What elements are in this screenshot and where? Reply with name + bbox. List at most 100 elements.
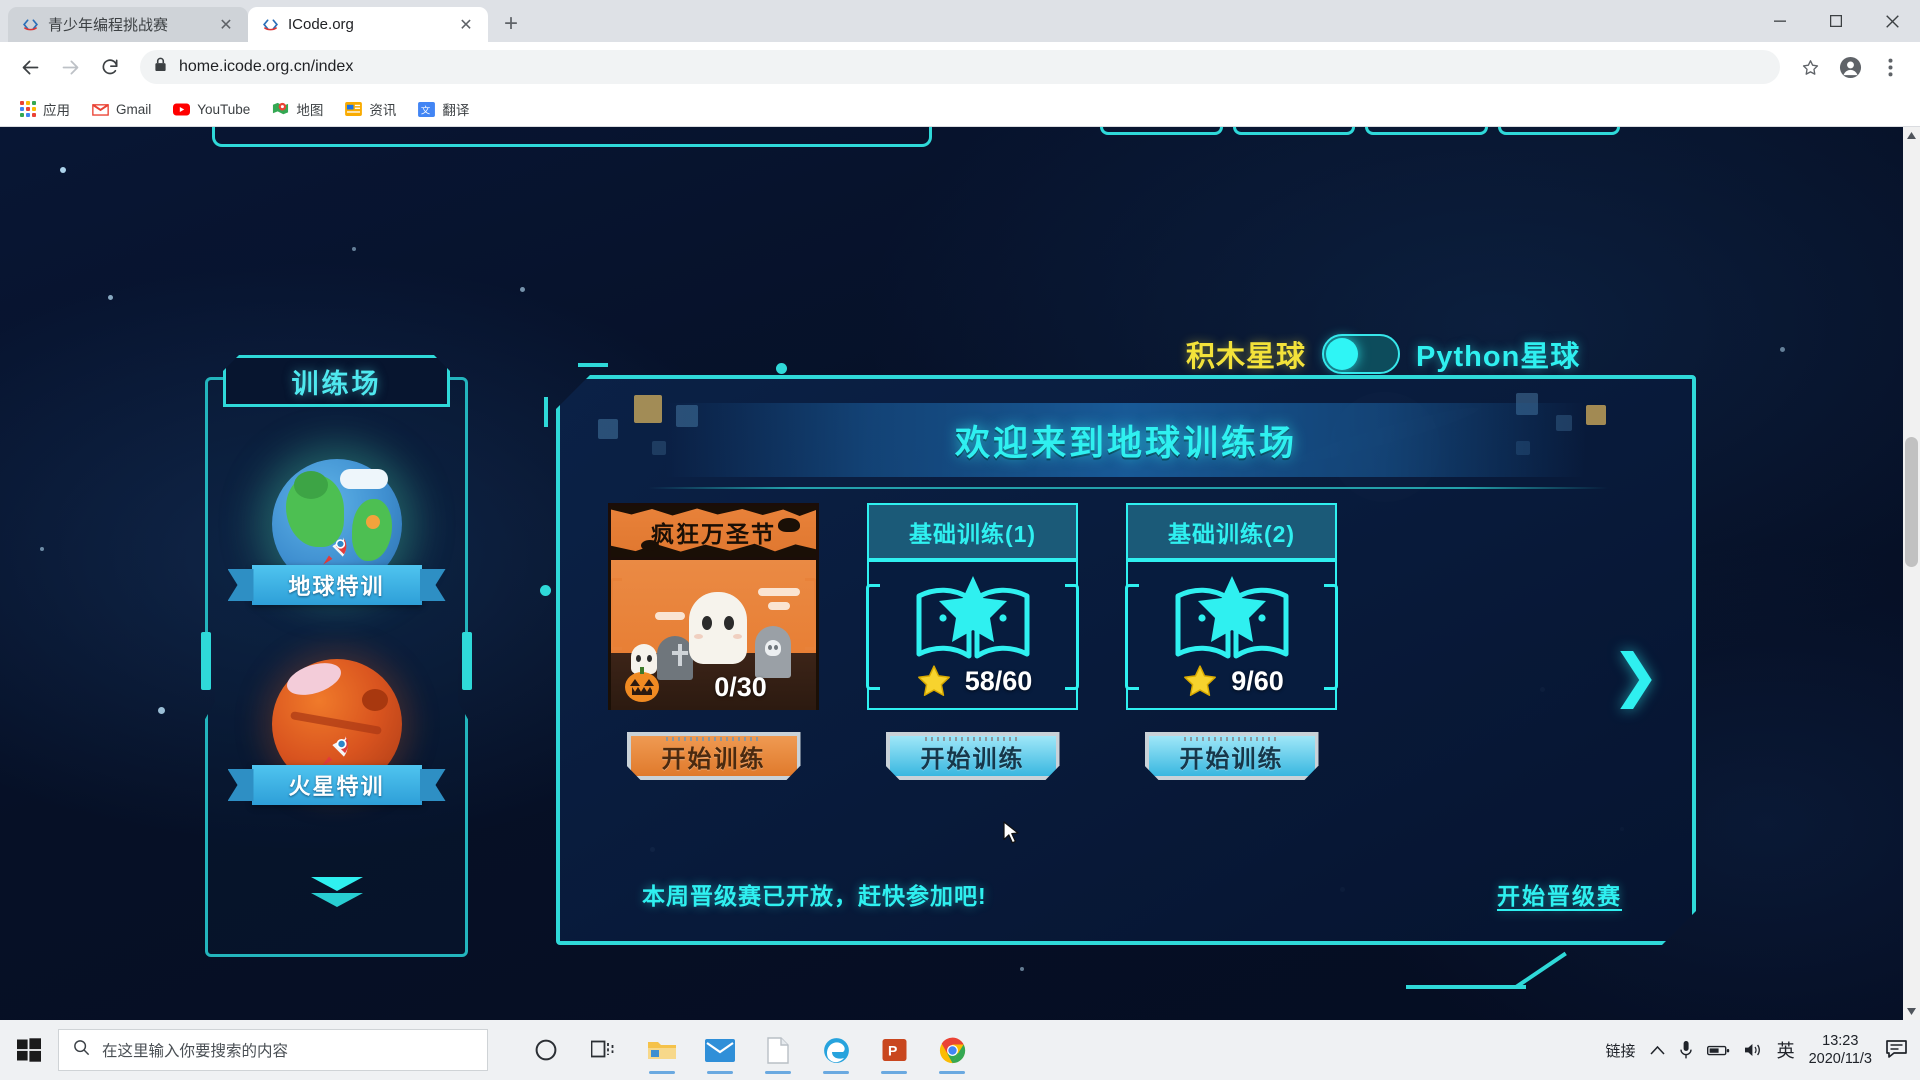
training-card[interactable]: 基础训练(2)	[1126, 503, 1337, 780]
top-tab-remnant[interactable]	[1498, 127, 1621, 135]
sidebar-item-mars[interactable]: 火星特训	[205, 659, 468, 805]
sidebar-item-earth[interactable]: 地球特训	[205, 459, 468, 605]
card-score-row: 0/30	[611, 666, 819, 708]
apps-grid-icon	[19, 101, 36, 118]
top-tab-remnant[interactable]	[1365, 127, 1488, 135]
chevron-up-icon[interactable]	[1650, 1045, 1665, 1056]
scroll-down-arrow-icon[interactable]	[1903, 1003, 1920, 1020]
taskbar-clock[interactable]: 13:23 2020/11/3	[1809, 1032, 1872, 1068]
page-viewport: 积木星球 Python星球 训练场	[0, 127, 1920, 1020]
card-art-halloween: 0/30	[608, 560, 819, 710]
bookmark-label: Gmail	[116, 102, 151, 117]
card-title-label: 疯狂万圣节	[651, 515, 776, 549]
star-outline-icon[interactable]	[1792, 49, 1828, 85]
training-panel: 欢迎来到地球训练场 疯狂万圣节	[556, 375, 1696, 945]
bookmark-maps[interactable]: 地图	[263, 95, 332, 123]
panel-dot-decoration	[776, 363, 787, 374]
bookmark-label: 翻译	[442, 99, 469, 119]
training-card[interactable]: 疯狂万圣节	[608, 503, 819, 780]
browser-tab-1[interactable]: 青少年编程挑战赛 ✕	[8, 7, 248, 42]
maps-icon	[272, 101, 289, 118]
profile-avatar-icon[interactable]	[1832, 49, 1868, 85]
microphone-icon[interactable]	[1679, 1040, 1693, 1060]
tab-strip: 青少年编程挑战赛 ✕ ICode.org ✕ +	[0, 0, 1920, 42]
back-arrow-icon[interactable]	[12, 49, 48, 85]
browser-tab-2[interactable]: ICode.org ✕	[248, 7, 488, 42]
double-chevron-down-icon[interactable]	[205, 877, 468, 907]
close-icon[interactable]	[1864, 0, 1920, 42]
close-icon[interactable]: ✕	[456, 15, 476, 35]
star-decoration	[60, 167, 66, 173]
toggle-label-blocks[interactable]: 积木星球	[1186, 333, 1306, 375]
start-training-button[interactable]: 开始训练	[627, 732, 801, 780]
url-text: home.icode.org.cn/index	[179, 58, 353, 76]
action-center-icon[interactable]	[1886, 1040, 1908, 1060]
window-controls	[1752, 0, 1920, 42]
bookmark-apps[interactable]: 应用	[10, 95, 79, 123]
bookmark-news[interactable]: 资讯	[336, 95, 405, 123]
page-scrollbar[interactable]	[1903, 127, 1920, 1020]
start-training-button[interactable]: 开始训练	[1145, 732, 1319, 780]
bookmark-label: YouTube	[197, 102, 250, 117]
task-view-icon[interactable]	[580, 1024, 628, 1076]
close-icon[interactable]: ✕	[216, 15, 236, 35]
card-title-halloween: 疯狂万圣节	[608, 503, 819, 560]
bookmark-youtube[interactable]: YouTube	[164, 97, 259, 122]
edge-icon[interactable]	[812, 1024, 860, 1076]
mail-icon[interactable]	[696, 1024, 744, 1076]
scroll-up-arrow-icon[interactable]	[1903, 127, 1920, 144]
omnibox-actions	[1792, 49, 1908, 85]
ime-indicator[interactable]: 英	[1777, 1037, 1795, 1063]
powerpoint-icon[interactable]: P	[870, 1024, 918, 1076]
minimize-icon[interactable]	[1752, 0, 1808, 42]
tray-link-label[interactable]: 链接	[1606, 1040, 1636, 1061]
maximize-icon[interactable]	[1808, 0, 1864, 42]
bookmark-gmail[interactable]: Gmail	[83, 97, 160, 122]
address-bar[interactable]: home.icode.org.cn/index	[140, 50, 1780, 84]
card-title-basic-1: 基础训练(1)	[867, 503, 1078, 560]
volume-icon[interactable]	[1744, 1042, 1763, 1058]
three-dot-menu-icon[interactable]	[1872, 49, 1908, 85]
toggle-label-python[interactable]: Python星球	[1416, 333, 1580, 375]
bookmark-label: 地图	[296, 99, 323, 119]
skull-icon	[765, 640, 781, 656]
reload-icon[interactable]	[92, 49, 128, 85]
battery-icon[interactable]	[1707, 1044, 1730, 1057]
block-decoration	[598, 419, 618, 439]
yellow-star-icon	[917, 664, 951, 698]
clock-time: 13:23	[1822, 1032, 1858, 1050]
next-page-arrow-icon[interactable]: ❯	[1611, 641, 1660, 709]
planet-mode-toggle[interactable]: 积木星球 Python星球	[1186, 333, 1580, 375]
cortana-icon[interactable]	[522, 1024, 570, 1076]
star-decoration	[520, 287, 525, 292]
start-training-button[interactable]: 开始训练	[886, 732, 1060, 780]
chrome-icon[interactable]	[928, 1024, 976, 1076]
code-icon	[22, 16, 39, 33]
browser-window: 青少年编程挑战赛 ✕ ICode.org ✕ +	[0, 0, 1920, 1020]
scrollbar-thumb[interactable]	[1905, 437, 1918, 567]
book-star-icon	[909, 574, 1037, 670]
start-training-label: 开始训练	[921, 739, 1025, 774]
start-promotion-match-link[interactable]: 开始晋级赛	[1497, 877, 1622, 911]
training-card[interactable]: 基础训练(1)	[867, 503, 1078, 780]
earth-ribbon: 地球特训	[252, 565, 422, 605]
top-tab-remnant[interactable]	[1233, 127, 1356, 135]
notepad-icon[interactable]	[754, 1024, 802, 1076]
start-training-label: 开始训练	[662, 739, 766, 774]
forward-arrow-icon[interactable]	[52, 49, 88, 85]
file-explorer-icon[interactable]	[638, 1024, 686, 1076]
gmail-icon	[92, 101, 109, 118]
mouse-cursor	[1003, 821, 1021, 847]
card-score-value: 58/60	[965, 666, 1033, 697]
top-tab-remnant[interactable]	[1100, 127, 1223, 135]
windows-start-icon[interactable]	[0, 1020, 58, 1080]
planet-toggle-switch[interactable]	[1322, 334, 1400, 374]
taskbar-search-input[interactable]: 在这里输入你要搜索的内容	[58, 1029, 488, 1071]
sidebar-header: 训练场	[223, 355, 450, 407]
block-decoration	[1586, 405, 1606, 425]
bookmark-translate[interactable]: 文 翻译	[409, 95, 478, 123]
start-training-label: 开始训练	[1180, 739, 1284, 774]
mars-ribbon: 火星特训	[252, 765, 422, 805]
new-tab-button[interactable]: +	[494, 7, 528, 41]
top-tabs-remnant	[1100, 127, 1620, 135]
